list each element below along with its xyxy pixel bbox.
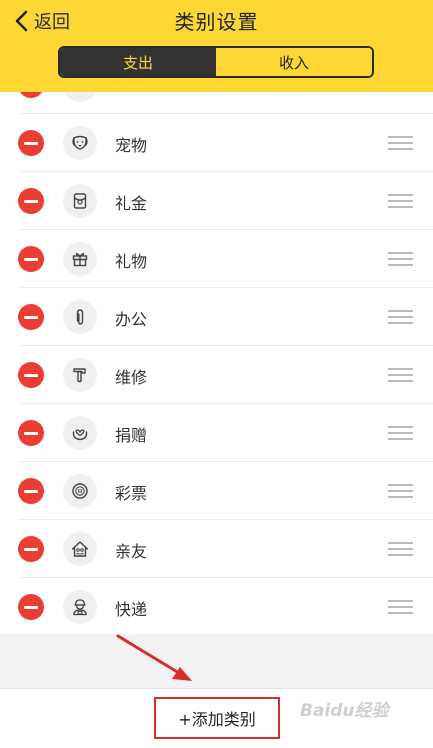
drag-handle-icon[interactable] — [388, 600, 413, 614]
drag-handle-icon[interactable] — [388, 310, 413, 324]
category-icon — [63, 532, 97, 566]
paperclip-icon — [76, 309, 84, 325]
page-title: 类别设置 — [174, 10, 259, 34]
category-icon — [63, 590, 97, 624]
list-item: 宠物 — [0, 114, 433, 172]
drag-handle-icon[interactable] — [388, 194, 413, 208]
list-item — [0, 92, 433, 114]
category-label: 办公 — [115, 310, 148, 329]
list-item: 办公 — [0, 288, 433, 346]
list-item: 捐赠 — [0, 404, 433, 462]
drag-handle-icon[interactable] — [388, 484, 413, 498]
category-icon — [63, 416, 97, 450]
list-item: 礼物 — [0, 230, 433, 288]
lottery-ball-icon — [72, 483, 88, 499]
delete-button[interactable] — [18, 362, 44, 388]
type-segmented-control: 支出 收入 — [58, 46, 374, 78]
category-label: 礼金 — [115, 194, 148, 213]
delete-button[interactable] — [18, 478, 44, 504]
delete-button[interactable] — [18, 594, 44, 620]
tab-income[interactable]: 收入 — [216, 48, 372, 76]
drag-handle-icon[interactable] — [388, 542, 413, 556]
category-icon — [63, 474, 97, 508]
drag-handle-icon[interactable] — [388, 252, 413, 266]
category-icon — [63, 300, 97, 334]
category-label: 快递 — [115, 600, 148, 619]
category-icon — [63, 358, 97, 392]
category-icon — [63, 242, 97, 276]
dog-icon — [72, 135, 88, 150]
list-item: 维修 — [0, 346, 433, 404]
heart-hand-icon — [72, 429, 88, 441]
drag-handle-icon[interactable] — [388, 426, 413, 440]
screen: 返回 类别设置 支出 收入 宠物 礼金 礼物 办公 维修 捐赠 彩票 亲友 快递… — [0, 0, 433, 748]
category-icon — [63, 184, 97, 218]
category-label: 捐赠 — [115, 426, 148, 445]
category-label: 宠物 — [115, 136, 148, 155]
house-people-icon — [71, 541, 89, 557]
list-item: 彩票 — [0, 462, 433, 520]
delete-button[interactable] — [18, 92, 44, 98]
delete-button[interactable] — [18, 304, 44, 330]
header: 返回 类别设置 支出 收入 — [0, 0, 433, 92]
drag-handle-icon[interactable] — [388, 368, 413, 382]
courier-icon — [73, 599, 87, 616]
category-label: 维修 — [115, 368, 148, 387]
partial-icon — [70, 92, 90, 95]
category-icon — [63, 126, 97, 160]
list-item: 礼金 — [0, 172, 433, 230]
delete-button[interactable] — [18, 246, 44, 272]
delete-button[interactable] — [18, 420, 44, 446]
category-label: 亲友 — [115, 542, 148, 561]
gift-icon — [72, 252, 88, 267]
category-list[interactable]: 宠物 礼金 礼物 办公 维修 捐赠 彩票 亲友 快递 — [0, 92, 433, 634]
hammer-icon — [73, 368, 86, 383]
watermark: Baidu经验 — [300, 701, 389, 721]
delete-button[interactable] — [18, 536, 44, 562]
add-category-button[interactable]: +添加类别 — [154, 697, 280, 739]
category-label: 彩票 — [115, 484, 148, 503]
red-envelope-icon — [73, 193, 87, 209]
category-label: 礼物 — [115, 252, 148, 271]
tab-expense[interactable]: 支出 — [60, 48, 216, 76]
category-icon — [63, 92, 97, 102]
delete-button[interactable] — [18, 130, 44, 156]
list-item: 亲友 — [0, 520, 433, 578]
delete-button[interactable] — [18, 188, 44, 214]
drag-handle-icon[interactable] — [388, 136, 413, 150]
list-item: 快递 — [0, 578, 433, 634]
